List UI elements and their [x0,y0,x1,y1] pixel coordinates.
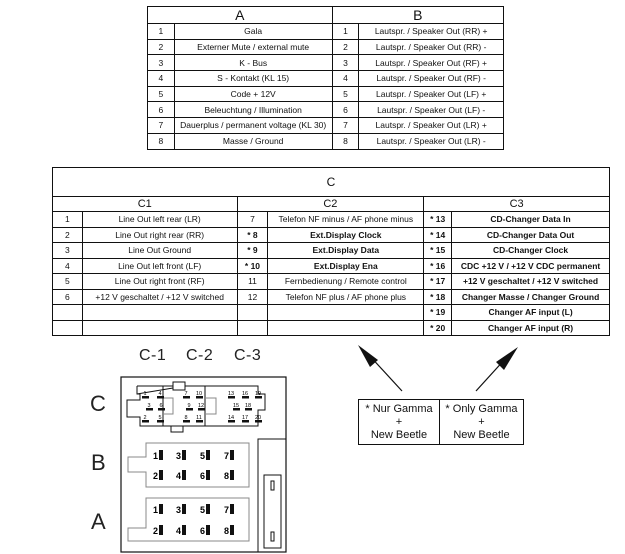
c-pin [245,408,252,411]
b-pin [159,450,163,460]
a-pin-label: 2 [153,526,158,536]
side-slot-top [270,480,275,491]
b-block-outline [127,442,250,488]
b-pin [159,470,163,480]
a-pin-label: 1 [153,505,158,515]
c-pin [157,396,164,399]
connector-diagram: 1 43 62 57 109 128 1113 16 1915 1814 17 20 1 3 5 72 4 6 8… [120,345,518,553]
b-pin-label: 7 [224,451,229,461]
a-pin-label: 8 [224,526,229,536]
a-pin-label: 3 [176,505,181,515]
b-pin-label: 3 [176,451,181,461]
a-pin [182,525,186,535]
a-pin [206,525,210,535]
c-pin [228,396,235,399]
a-pin-label: 4 [176,526,181,536]
c-pin [255,420,262,423]
a-pin [230,525,234,535]
a-pin [159,525,163,535]
a-pin-label: 7 [224,505,229,515]
b-pin-label: 6 [200,471,205,481]
c-pin [255,396,262,399]
b-pin-label: 5 [200,451,205,461]
c-pin [196,396,203,399]
a-pin [230,504,234,514]
c-pin [146,408,153,411]
c-pin [233,408,240,411]
side-slot-bottom [270,531,275,542]
note-left: * Nur Gamma + New Beetle [358,399,440,445]
b-pin [182,450,186,460]
note-right-line2: + [478,416,485,428]
c-pin [142,396,149,399]
c-pin [198,408,205,411]
b-pin [230,450,234,460]
a-pin [182,504,186,514]
a-pin-label: 6 [200,526,205,536]
note-right-line1: * Only Gamma [445,403,518,415]
a-pin-label: 5 [200,505,205,515]
b-pin-label: 2 [153,471,158,481]
c-pin [157,420,164,423]
a-pin [159,504,163,514]
side-module [257,438,287,553]
c-pin [242,420,249,423]
b-pin-label: 4 [176,471,181,481]
b-pin [230,470,234,480]
note-left-line3: New Beetle [370,429,428,441]
note-right-line3: New Beetle [453,429,510,441]
b-pin [182,470,186,480]
side-slot-outline [263,474,282,549]
b-pin [206,470,210,480]
c-pin [228,420,235,423]
c-pin [158,408,165,411]
c-pin [142,420,149,423]
c-pin [242,396,249,399]
arrow-left-head [358,345,378,367]
note-left-line2: + [395,416,403,428]
b-pin-label: 1 [153,451,158,461]
a-pin [206,504,210,514]
c-pin [183,420,190,423]
arrow-right-head [496,347,518,370]
c-pin [196,420,203,423]
c-pin [186,408,193,411]
b-pin-label: 8 [224,471,229,481]
c-pin [183,396,190,399]
b-pin [206,450,210,460]
note-left-line1: * Nur Gamma [365,403,433,415]
note-right: * Only Gamma + New Beetle [440,399,524,445]
